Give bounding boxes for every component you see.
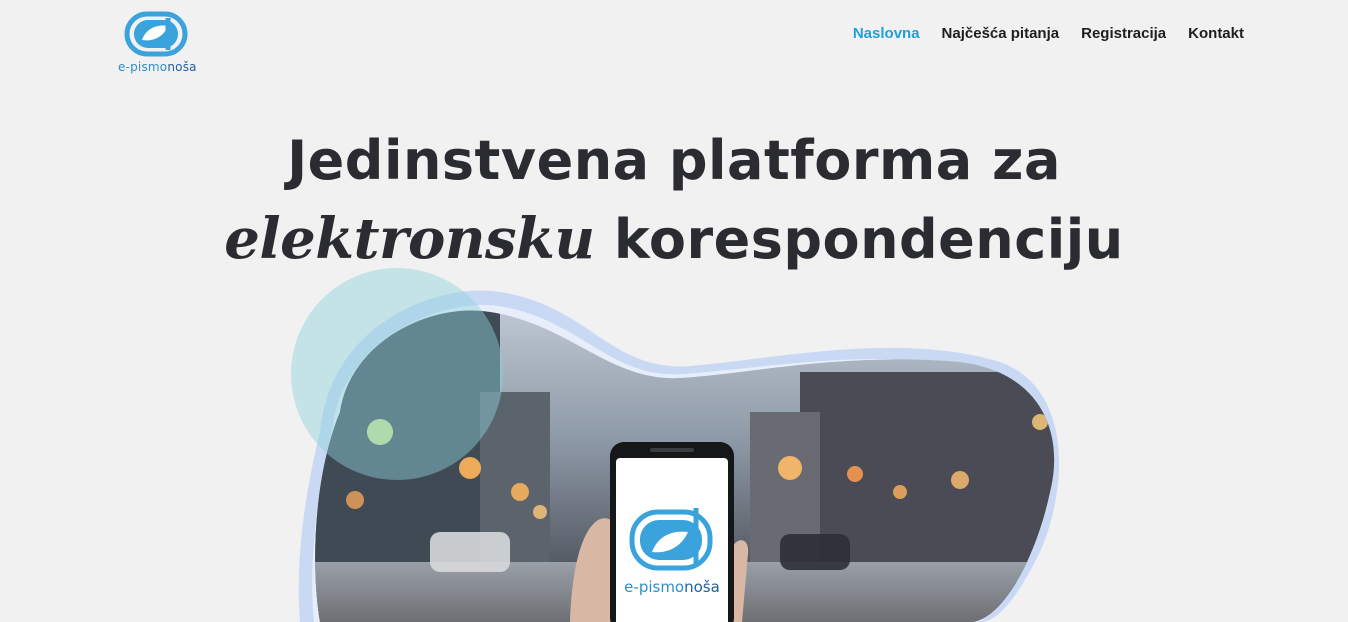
hero-heading: Jedinstvena platforma za elektronsku kor…: [0, 122, 1348, 279]
hero-line-1: Jedinstvena platforma za: [287, 129, 1061, 192]
nav-item-naslovna[interactable]: Naslovna: [853, 25, 920, 42]
main-nav: Naslovna Najčešća pitanja Registracija K…: [831, 25, 1244, 42]
logo-envelope-leaf-icon: [124, 11, 188, 57]
logo-wordmark: e-pismonoša: [118, 60, 197, 74]
nav-item-kontakt[interactable]: Kontakt: [1188, 25, 1244, 42]
hero-image: [291, 268, 1060, 622]
site-logo[interactable]: e-pismonoša: [114, 10, 198, 76]
phone-wordmark: e-pismonoša: [624, 578, 720, 596]
nav-item-najcesca-pitanja[interactable]: Najčešća pitanja: [942, 25, 1060, 42]
nav-item-registracija[interactable]: Registracija: [1081, 25, 1166, 42]
